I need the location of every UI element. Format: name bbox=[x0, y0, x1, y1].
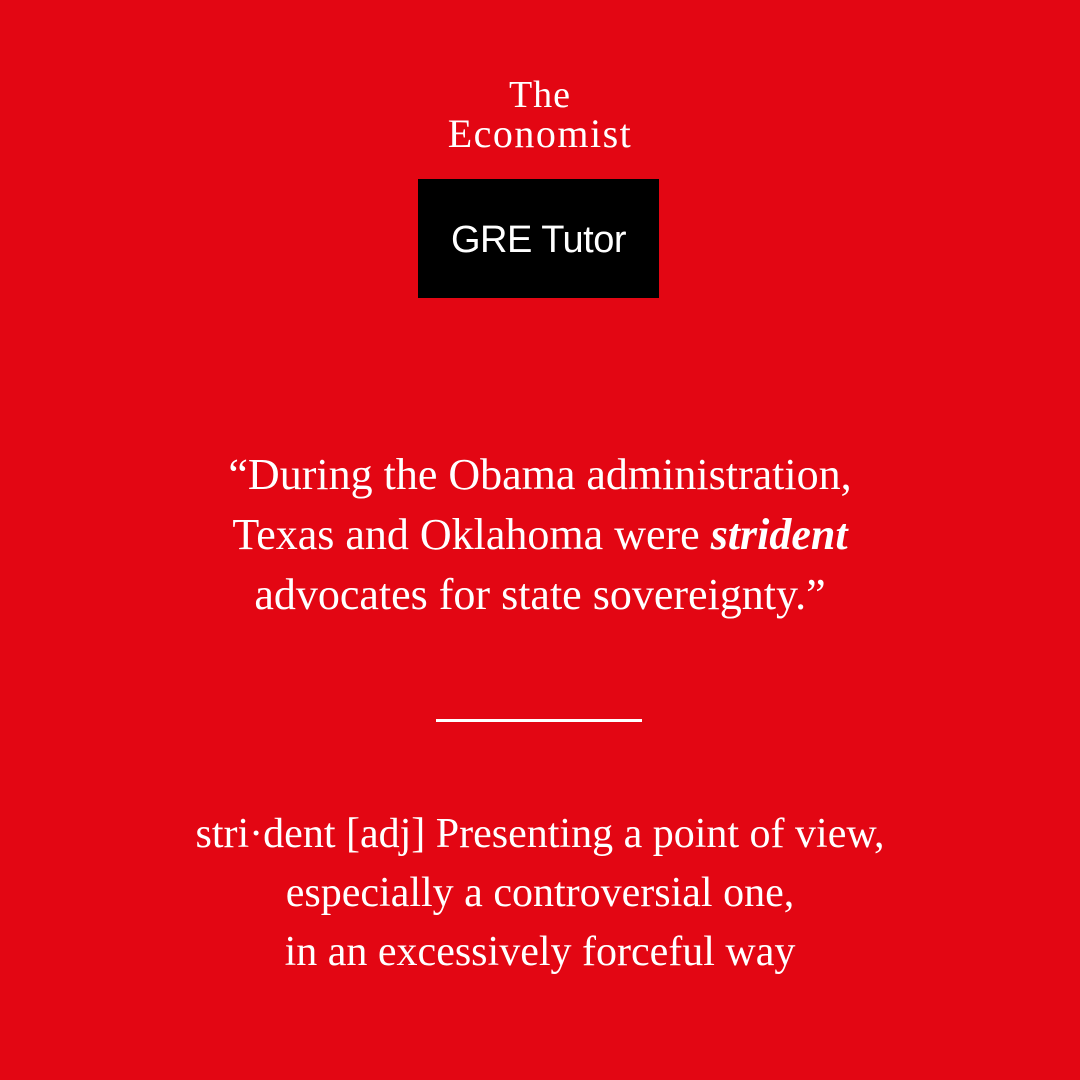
definition-line-1: stri·dent [adj] Presenting a point of vi… bbox=[195, 811, 885, 857]
gre-tutor-label: GRE Tutor bbox=[451, 219, 627, 261]
quote-keyword: strident bbox=[710, 510, 848, 559]
definition-line-3: in an excessively forceful way bbox=[284, 929, 796, 975]
logo-line-the: The bbox=[508, 74, 572, 116]
word-definition: stri·dent [adj] Presenting a point of vi… bbox=[0, 805, 1080, 982]
divider bbox=[436, 719, 642, 722]
gre-tutor-card: The Economist GRE Tutor “During the Obam… bbox=[0, 0, 1080, 1080]
economist-logo: The Economist bbox=[0, 76, 1080, 154]
quote-line-2-text: Texas and Oklahoma were bbox=[232, 510, 711, 559]
example-quote: “During the Obama administration, Texas … bbox=[0, 445, 1080, 625]
definition-line-2: especially a controversial one, bbox=[285, 870, 795, 916]
quote-line-2: Texas and Oklahoma were strident bbox=[0, 505, 1080, 565]
quote-line-1: “During the Obama administration, bbox=[228, 450, 852, 499]
logo-line-economist: Economist bbox=[447, 111, 633, 156]
quote-line-3: advocates for state sovereignty.” bbox=[254, 570, 826, 619]
gre-tutor-badge: GRE Tutor bbox=[418, 179, 659, 298]
